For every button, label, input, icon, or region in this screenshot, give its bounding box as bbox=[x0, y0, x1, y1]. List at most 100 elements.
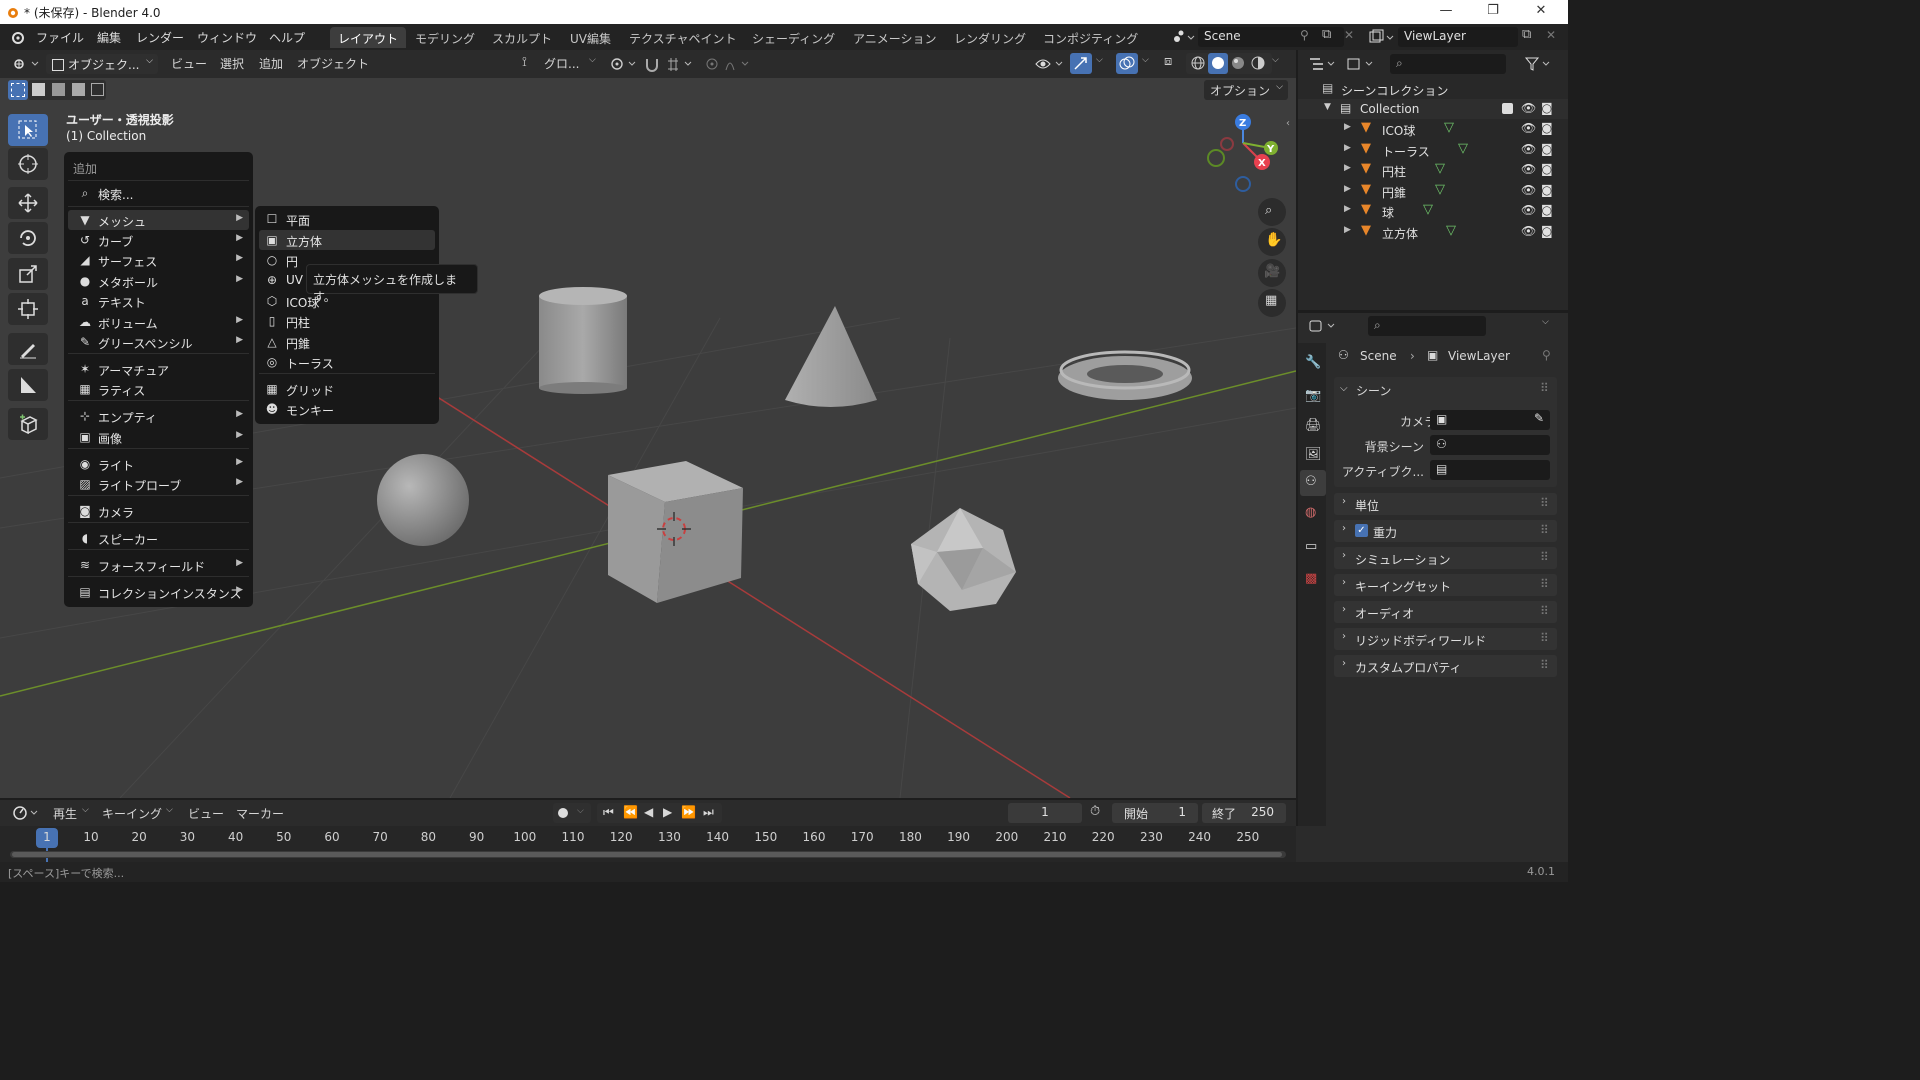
add-menu-item[interactable]: ▼ メッシュ ▶ bbox=[68, 210, 249, 230]
scene-selector-icon[interactable] bbox=[1170, 29, 1196, 45]
collection-tab-icon[interactable]: ▭ bbox=[1305, 539, 1317, 554]
eye-icon[interactable]: 👁 bbox=[1521, 101, 1536, 115]
add-menu-item[interactable]: ● メタボール ▶ bbox=[68, 271, 249, 291]
add-menu-item[interactable]: ⊹ エンプティ ▶ bbox=[68, 406, 249, 426]
pivot-point-icon[interactable] bbox=[609, 56, 639, 72]
mesh-data-icon[interactable]: ▽ bbox=[1446, 223, 1456, 238]
menu-select[interactable]: 選択 bbox=[220, 55, 244, 72]
mesh-data-icon[interactable]: ▽ bbox=[1435, 161, 1445, 176]
add-menu-item[interactable]: ≋ フォースフィールド ▶ bbox=[68, 555, 249, 575]
tab-rendering[interactable]: レンダリング bbox=[946, 27, 1034, 48]
tab-animation[interactable]: アニメーション bbox=[845, 27, 945, 48]
timeline-scrollbar[interactable] bbox=[10, 851, 1286, 858]
output-tab-icon[interactable]: 🖨 bbox=[1305, 418, 1322, 433]
proportional-editing-icon[interactable] bbox=[704, 55, 754, 73]
eye-icon[interactable]: 👁 bbox=[1521, 203, 1536, 217]
blender-menu-icon[interactable] bbox=[9, 29, 25, 45]
render-camera-icon[interactable]: ◙ bbox=[1541, 121, 1553, 135]
gizmo-toggle-button[interactable] bbox=[1070, 53, 1092, 74]
mesh-menu-item[interactable]: ▣ 立方体 bbox=[259, 230, 435, 250]
close-button[interactable]: ✕ bbox=[1518, 3, 1564, 18]
add-menu-item[interactable]: ▣ 画像 ▶ bbox=[68, 427, 249, 447]
rendered-shading-icon[interactable] bbox=[1250, 55, 1266, 71]
tab-texture-paint[interactable]: テクスチャペイント bbox=[621, 27, 745, 48]
add-menu-item[interactable]: ◖ スピーカー bbox=[68, 528, 249, 548]
property-panel[interactable]: › カスタムプロパティ ⠿ bbox=[1334, 655, 1557, 677]
eye-icon[interactable]: 👁 bbox=[1521, 224, 1536, 238]
menu-view[interactable]: ビュー bbox=[171, 55, 207, 72]
mesh-menu-item[interactable]: ▦ グリッド bbox=[259, 379, 435, 399]
tool-add-cube[interactable] bbox=[8, 408, 48, 440]
add-menu-search[interactable]: ⌕ 検索... bbox=[68, 183, 249, 203]
add-menu-item[interactable]: ◢ サーフェス ▶ bbox=[68, 250, 249, 270]
view-layer-tab-icon[interactable]: 🖼 bbox=[1305, 447, 1322, 462]
outliner-collection[interactable]: ▼ ▤ Collection 👁 ◙ bbox=[1298, 99, 1568, 119]
tool-transform[interactable] bbox=[8, 293, 48, 325]
tool-measure[interactable] bbox=[8, 369, 48, 401]
chevron-down-icon[interactable]: ⌵ bbox=[1142, 55, 1149, 65]
options-dropdown[interactable]: オプション ⌵ bbox=[1204, 80, 1288, 100]
cylinder-object[interactable] bbox=[539, 287, 627, 394]
menu-window[interactable]: ウィンドウ bbox=[197, 29, 257, 46]
menu-render[interactable]: レンダー bbox=[136, 29, 184, 46]
expand-arrow-icon[interactable]: ▼ bbox=[1324, 102, 1331, 112]
material-preview-icon[interactable] bbox=[1230, 55, 1246, 71]
eye-icon[interactable]: 👁 bbox=[1521, 183, 1536, 197]
snap-icon[interactable] bbox=[643, 55, 663, 73]
expand-arrow-icon[interactable]: ▶ bbox=[1344, 225, 1351, 235]
tab-sculpt[interactable]: スカルプト bbox=[484, 27, 560, 48]
pin-icon[interactable]: ⚲ bbox=[1542, 348, 1551, 362]
outliner-object-row[interactable]: ▶ ▼ ICO球 ▽ 👁 ◙ bbox=[1298, 119, 1568, 139]
add-menu-item[interactable]: ▦ ラティス bbox=[68, 379, 249, 399]
tool-tab-icon[interactable]: 🔧 bbox=[1305, 355, 1321, 370]
display-mode-icon[interactable] bbox=[1346, 56, 1378, 72]
minimize-button[interactable]: — bbox=[1423, 3, 1469, 18]
outliner-object-row[interactable]: ▶ ▼ 立方体 ▽ 👁 ◙ bbox=[1298, 222, 1568, 242]
background-scene-field[interactable]: ⚇ bbox=[1430, 435, 1550, 455]
start-frame-field[interactable]: 開始 1 bbox=[1112, 803, 1198, 823]
cube-object[interactable] bbox=[608, 461, 743, 603]
properties-search[interactable]: ⌕ bbox=[1368, 316, 1486, 336]
menu-object[interactable]: オブジェクト bbox=[297, 55, 369, 72]
expand-arrow-icon[interactable]: ▶ bbox=[1344, 184, 1351, 194]
uv-sphere-object[interactable] bbox=[377, 454, 469, 546]
render-tab-icon[interactable]: 📷 bbox=[1305, 388, 1321, 403]
texture-tab-icon[interactable]: ▩ bbox=[1305, 571, 1317, 586]
properties-editor-type-icon[interactable] bbox=[1308, 318, 1340, 334]
render-camera-icon[interactable]: ◙ bbox=[1541, 183, 1553, 197]
drag-handle-icon[interactable]: ⠿ bbox=[1540, 604, 1549, 618]
mesh-menu-item[interactable]: ⬡ ICO球 bbox=[259, 291, 435, 311]
add-menu-item[interactable]: ↺ カーブ ▶ bbox=[68, 230, 249, 250]
solid-shading-button[interactable] bbox=[1208, 53, 1228, 74]
outliner-object-row[interactable]: ▶ ▼ 円錐 ▽ 👁 ◙ bbox=[1298, 181, 1568, 201]
navigation-gizmo[interactable]: Z X Y bbox=[1207, 114, 1278, 192]
add-menu-item[interactable]: ☁ ボリューム ▶ bbox=[68, 312, 249, 332]
zoom-button[interactable]: ⌕ bbox=[1258, 198, 1286, 226]
mesh-data-icon[interactable]: ▽ bbox=[1458, 141, 1468, 156]
mode-selector[interactable]: オブジェク... ⌵ bbox=[46, 54, 158, 74]
add-menu-item[interactable]: a テキスト bbox=[68, 291, 249, 311]
sidebar-toggle-icon[interactable]: ‹ bbox=[1286, 118, 1290, 129]
render-camera-icon[interactable]: ◙ bbox=[1541, 224, 1553, 238]
end-frame-field[interactable]: 終了 250 bbox=[1202, 803, 1286, 823]
property-panel[interactable]: › リジッドボディワールド ⠿ bbox=[1334, 628, 1557, 650]
render-camera-icon[interactable]: ◙ bbox=[1541, 162, 1553, 176]
mesh-menu-item[interactable]: ☐ 平面 bbox=[259, 209, 435, 229]
pan-button[interactable]: ✋ bbox=[1258, 228, 1286, 256]
outliner-editor-type-icon[interactable] bbox=[1308, 56, 1340, 72]
outliner-object-row[interactable]: ▶ ▼ 球 ▽ 👁 ◙ bbox=[1298, 201, 1568, 221]
ico-sphere-object[interactable] bbox=[911, 508, 1016, 611]
drag-handle-icon[interactable]: ⠿ bbox=[1540, 550, 1549, 564]
add-menu-item[interactable]: ✎ グリースペンシル ▶ bbox=[68, 332, 249, 352]
overlay-toggle-button[interactable] bbox=[1116, 53, 1138, 74]
add-menu-item[interactable]: ▨ ライトプローブ ▶ bbox=[68, 474, 249, 494]
exclude-checkbox[interactable] bbox=[1502, 103, 1513, 114]
property-panel[interactable]: › キーイングセット ⠿ bbox=[1334, 574, 1557, 596]
tab-compositing[interactable]: コンポジティング bbox=[1035, 27, 1146, 48]
drag-handle-icon[interactable]: ⠿ bbox=[1540, 577, 1549, 591]
xray-toggle-icon[interactable]: ⧈ bbox=[1164, 54, 1172, 69]
select-invert-icon[interactable] bbox=[72, 83, 85, 96]
property-panel[interactable]: › オーディオ ⠿ bbox=[1334, 601, 1557, 623]
snap-target-icon[interactable] bbox=[665, 55, 695, 73]
tool-rotate[interactable] bbox=[8, 222, 48, 254]
